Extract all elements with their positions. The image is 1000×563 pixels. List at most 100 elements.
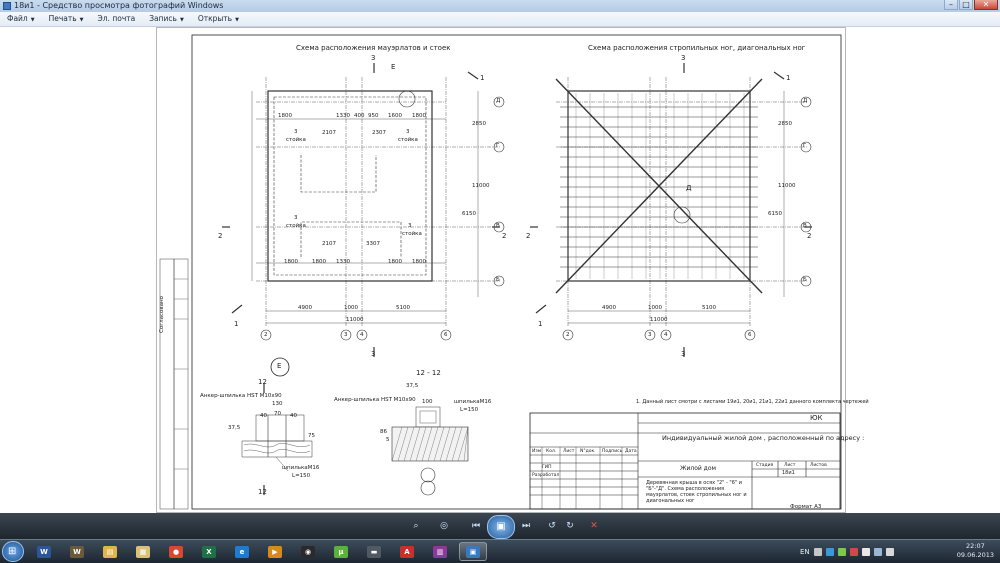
taskbar-clock[interactable]: 22:07 09.06.2013 — [957, 542, 994, 560]
dim-label: 6150 — [462, 211, 476, 217]
excel-icon: X — [202, 545, 216, 558]
image-viewport[interactable]: Схема расположения мауэрлатов и стоек Сх… — [0, 27, 1000, 513]
next-icon[interactable]: ⏭ — [518, 519, 534, 533]
detail-right-bolt: Анкер-шпилька HST M10x90 — [334, 397, 416, 403]
language-indicator[interactable]: EN — [800, 548, 810, 556]
detail-e-marker: Е — [277, 362, 282, 370]
dim-label: 2107 — [322, 241, 336, 247]
chevron-down-icon: ▼ — [235, 16, 239, 23]
taskbar-app-player[interactable]: ◉ — [294, 542, 322, 561]
window-controls: – □ ✕ — [944, 0, 998, 11]
post-label: стойка — [286, 137, 306, 143]
stamp-sheet-title: Деревянная крыша в осях "2" - "6" и "Б"-… — [646, 480, 747, 504]
dim-label: 11000 — [472, 183, 490, 189]
axis-letter-g: Г — [496, 143, 500, 149]
detail-right-length: L=150 — [460, 407, 479, 413]
world-of-tanks-icon: W — [70, 545, 84, 558]
actual-size-icon[interactable]: ◎ — [436, 519, 452, 533]
stamp-sheet-label: Лист — [784, 463, 796, 468]
archive-icon: ▥ — [433, 545, 447, 558]
axis-number-6-right: 6 — [748, 332, 752, 338]
detail-right-section: 12 - 12 — [416, 369, 441, 377]
stamp-header: N°док. — [580, 449, 596, 454]
taskbar-app-internet-explorer[interactable]: e — [228, 542, 256, 561]
post-number: 3 — [294, 129, 298, 135]
post-label: стойка — [398, 137, 418, 143]
maximize-button[interactable]: □ — [959, 0, 973, 10]
dim-label: 1800 — [412, 259, 426, 265]
utorrent-icon: µ — [334, 545, 348, 558]
photo-viewer-app-icon — [3, 2, 11, 10]
menu-print[interactable]: Печать ▼ — [42, 12, 91, 27]
tray-app-icon[interactable] — [837, 547, 846, 556]
tray-network-icon[interactable] — [825, 547, 834, 556]
axis-number-4: 4 — [360, 332, 364, 338]
internet-explorer-icon: e — [235, 545, 249, 558]
taskbar-app-explorer[interactable]: ▦ — [129, 542, 157, 561]
taskbar-app-tank[interactable]: ▬ — [360, 542, 388, 561]
menu-file[interactable]: Файл ▼ — [0, 12, 42, 27]
taskbar-app-chrome[interactable]: ● — [162, 542, 190, 561]
slideshow-button[interactable]: ▣ — [487, 515, 515, 539]
taskbar-app-folder[interactable]: ▤ — [96, 542, 124, 561]
detail-left-dim: 40 — [260, 413, 267, 419]
section-mark-2-right-right: 2 — [807, 232, 812, 240]
tray-flag-icon[interactable] — [861, 547, 870, 556]
start-button[interactable]: ⊞ — [2, 541, 24, 562]
menu-burn[interactable]: Запись ▼ — [142, 12, 191, 27]
section-mark-1-top: 1 — [480, 74, 485, 82]
tray-antivirus-icon[interactable] — [849, 547, 858, 556]
menu-open[interactable]: Открыть ▼ — [191, 12, 246, 27]
section-mark-1-top-right: 1 — [786, 74, 791, 82]
dim-label: 5100 — [396, 305, 410, 311]
tray-arrow-icon[interactable] — [813, 547, 822, 556]
dim-label: 1000 — [344, 305, 358, 311]
dim-label: 2850 — [778, 121, 792, 127]
detail-left-dim: 40 — [290, 413, 297, 419]
previous-icon[interactable]: ⏮ — [468, 519, 484, 533]
rotate-right-icon[interactable]: ↻ — [562, 519, 578, 533]
menu-email[interactable]: Эл. почта — [91, 12, 143, 26]
menu-file-label: Файл — [7, 13, 28, 23]
taskbar-app-photo-viewer[interactable]: ▣ — [459, 542, 487, 561]
taskbar-app-excel[interactable]: X — [195, 542, 223, 561]
dim-label: 1800 — [284, 259, 298, 265]
dim-label: 1330 — [336, 259, 350, 265]
stamp-sheets-label: Листов — [810, 463, 827, 468]
dim-label: 1330 — [336, 113, 350, 119]
stamp-header: Изм — [532, 449, 542, 454]
taskbar-app-utorrent[interactable]: µ — [327, 542, 355, 561]
delete-icon[interactable]: ✕ — [586, 519, 602, 533]
stamp-header: Кол. — [546, 449, 557, 454]
detail-right-dim: 37,5 — [406, 383, 419, 389]
approval-side-label: Согласовано — [158, 296, 165, 333]
taskbar-app-world-of-tanks[interactable]: W — [63, 542, 91, 561]
zoom-icon[interactable]: ⌕ — [408, 519, 424, 533]
callout-d: Д — [686, 184, 692, 192]
section-mark-3-top-right: 3 — [681, 54, 686, 62]
menu-print-label: Печать — [48, 13, 77, 23]
close-button[interactable]: ✕ — [974, 0, 998, 10]
tray-volume-icon[interactable] — [885, 547, 894, 556]
post-label: стойка — [402, 231, 422, 237]
taskbar-app-word[interactable]: W — [30, 542, 58, 561]
axis-letter-v: В — [496, 223, 500, 229]
taskbar-app-pdf[interactable]: A — [393, 542, 421, 561]
axis-letter-v-right: В — [803, 223, 807, 229]
stamp-role: Разработал — [532, 473, 560, 478]
tray-network-bars-icon[interactable] — [873, 547, 882, 556]
dim-label: 6150 — [768, 211, 782, 217]
dim-label: 1600 — [388, 113, 402, 119]
chevron-down-icon: ▼ — [179, 16, 184, 23]
taskbar-app-media[interactable]: ▶ — [261, 542, 289, 561]
rotate-left-icon[interactable]: ↺ — [544, 519, 560, 533]
section-mark-3-bottom: 3 — [371, 350, 376, 358]
photo-viewer-icon: ▣ — [466, 545, 480, 558]
axis-letter-d-right: Д — [803, 98, 808, 104]
taskbar-app-archive[interactable]: ▥ — [426, 542, 454, 561]
sheet-format: Формат А3 — [790, 504, 822, 510]
detail-left-stud: шпилькаM16 — [282, 465, 320, 471]
stamp-building: Жилой дом — [680, 465, 717, 472]
minimize-button[interactable]: – — [944, 0, 958, 10]
detail-right-dim: 100 — [422, 399, 433, 405]
